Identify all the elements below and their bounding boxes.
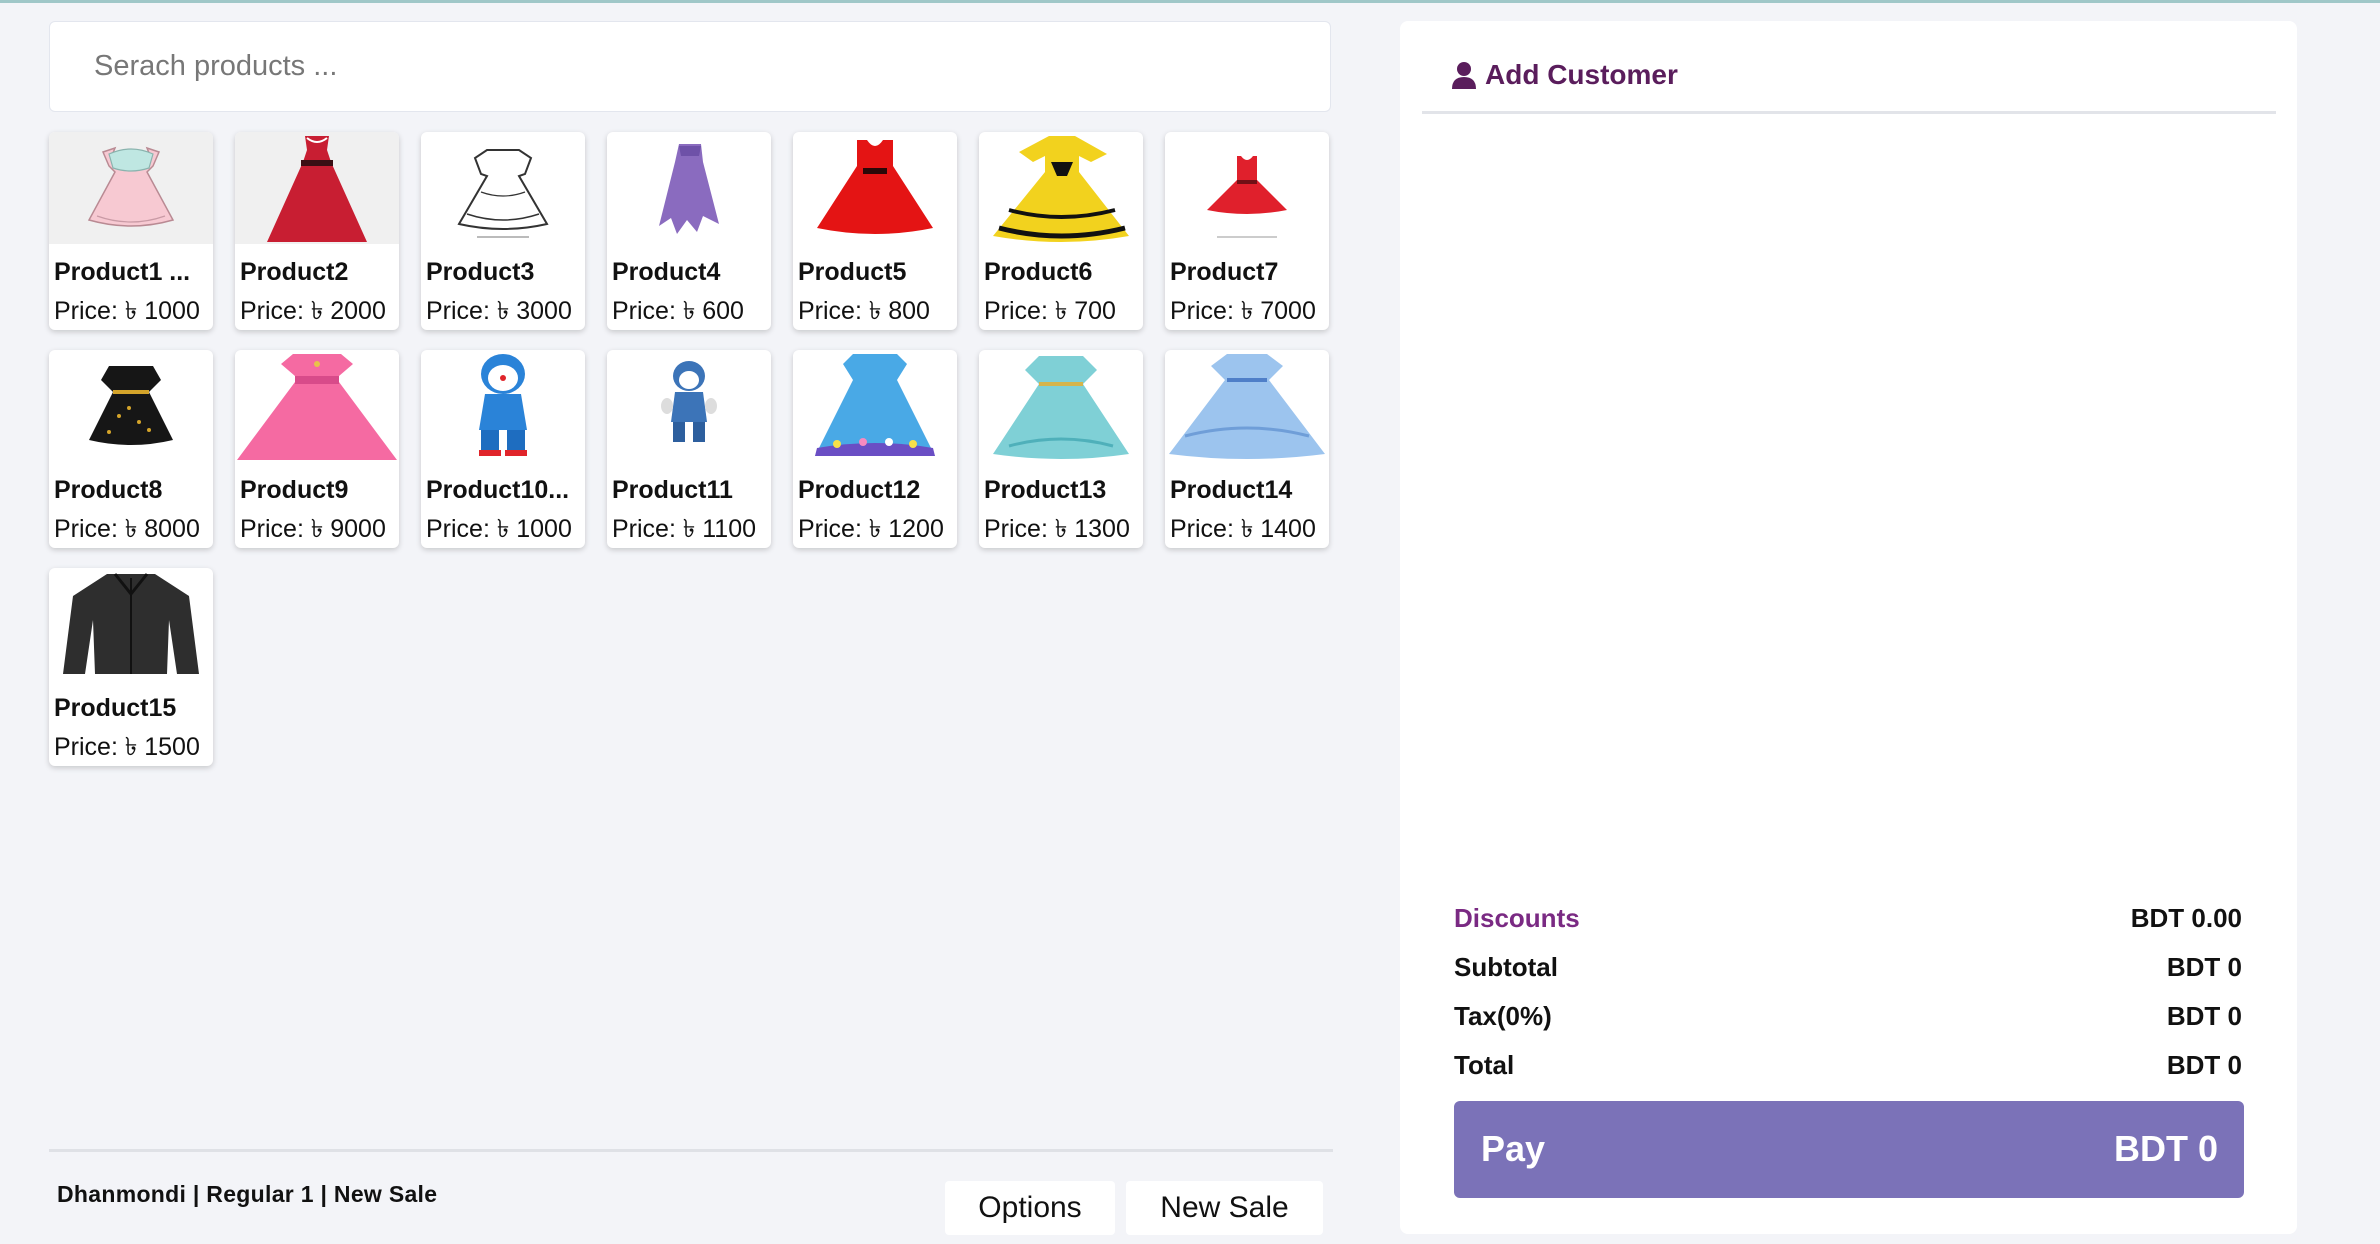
product-price: Price: ৳ 800 (798, 297, 930, 325)
footer-divider (49, 1149, 1333, 1152)
product-image (793, 350, 957, 462)
product-name: Product10... (426, 476, 570, 504)
product-card[interactable]: Product10... Price: ৳ 1000 (421, 350, 585, 548)
panel-divider (1422, 111, 2276, 114)
tax-row: Tax(0%) BDT 0 (1454, 1001, 2242, 1041)
product-card[interactable]: Product2 Price: ৳ 2000 (235, 132, 399, 330)
product-price: Price: ৳ 3000 (426, 297, 572, 325)
sale-status: Dhanmondi | Regular 1 | New Sale (57, 1181, 438, 1207)
subtotal-row: Subtotal BDT 0 (1454, 952, 2242, 992)
product-card[interactable]: Product3 Price: ৳ 3000 (421, 132, 585, 330)
product-name: Product9 (240, 476, 349, 504)
tax-label: Tax(0%) (1454, 1001, 1552, 1031)
product-card[interactable]: Product7 Price: ৳ 7000 (1165, 132, 1329, 330)
product-card[interactable]: Product11 Price: ৳ 1100 (607, 350, 771, 548)
product-card[interactable]: Product8 Price: ৳ 8000 (49, 350, 213, 548)
product-image (421, 132, 585, 244)
pay-label: Pay (1481, 1128, 1546, 1169)
add-customer-button[interactable]: Add Customer (1451, 59, 1678, 91)
product-price: Price: ৳ 1200 (798, 515, 944, 543)
total-row: Total BDT 0 (1454, 1050, 2242, 1090)
discounts-value: BDT 0.00 (2130, 903, 2242, 933)
product-name: Product3 (426, 258, 535, 286)
product-price: Price: ৳ 600 (612, 297, 744, 325)
product-image (49, 568, 213, 680)
pay-amount: BDT 0 (2113, 1128, 2218, 1169)
product-image (979, 350, 1143, 462)
search-input[interactable] (50, 22, 1330, 111)
discounts-row[interactable]: Discounts BDT 0.00 (1454, 903, 2242, 943)
product-name: Product6 (984, 258, 1093, 286)
product-image (607, 350, 771, 462)
product-price: Price: ৳ 1300 (984, 515, 1130, 543)
product-name: Product5 (798, 258, 907, 286)
product-card[interactable]: Product15 Price: ৳ 1500 (49, 568, 213, 766)
product-price: Price: ৳ 7000 (1170, 297, 1316, 325)
product-image (1165, 132, 1329, 244)
product-price: Price: ৳ 1000 (426, 515, 572, 543)
product-image (979, 132, 1143, 244)
product-image (235, 132, 399, 244)
product-name: Product4 (612, 258, 721, 286)
product-card[interactable]: Product12 Price: ৳ 1200 (793, 350, 957, 548)
product-name: Product15 (54, 694, 177, 722)
total-value: BDT 0 (2166, 1050, 2242, 1080)
top-border (0, 0, 2380, 3)
product-price: Price: ৳ 1400 (1170, 515, 1316, 543)
discounts-label[interactable]: Discounts (1454, 903, 1580, 934)
product-name: Product13 (984, 476, 1107, 504)
product-price: Price: ৳ 1500 (54, 733, 200, 761)
tax-value: BDT 0 (2166, 1001, 2242, 1031)
product-image (235, 350, 399, 462)
product-name: Product11 (612, 476, 733, 504)
user-icon (1451, 61, 1477, 89)
product-name: Product1 ... (54, 258, 191, 286)
product-price: Price: ৳ 8000 (54, 515, 200, 543)
product-card[interactable]: Product5 Price: ৳ 800 (793, 132, 957, 330)
product-card[interactable]: Product4 Price: ৳ 600 (607, 132, 771, 330)
product-image (1165, 350, 1329, 462)
product-price: Price: ৳ 1100 (612, 515, 757, 543)
product-price: Price: ৳ 700 (984, 297, 1116, 325)
product-name: Product2 (240, 258, 349, 286)
product-card[interactable]: Product13 Price: ৳ 1300 (979, 350, 1143, 548)
cart-panel: Add Customer Discounts BDT 0.00 Subtotal… (1400, 21, 2297, 1234)
subtotal-value: BDT 0 (2166, 952, 2242, 982)
product-image (607, 132, 771, 244)
product-image (421, 350, 585, 462)
product-card[interactable]: Product1 ... Price: ৳ 1000 (49, 132, 213, 330)
product-image (793, 132, 957, 244)
new-sale-button[interactable]: New Sale (1126, 1181, 1323, 1235)
product-card[interactable]: Product14 Price: ৳ 1400 (1165, 350, 1329, 548)
product-name: Product12 (798, 476, 921, 504)
search-box[interactable] (49, 21, 1331, 112)
pay-button[interactable]: Pay BDT 0 (1454, 1101, 2244, 1198)
product-name: Product7 (1170, 258, 1279, 286)
product-image (49, 350, 213, 462)
product-price: Price: ৳ 2000 (240, 297, 386, 325)
product-card[interactable]: Product9 Price: ৳ 9000 (235, 350, 399, 548)
product-price: Price: ৳ 1000 (54, 297, 200, 325)
subtotal-label: Subtotal (1454, 952, 1558, 982)
product-name: Product8 (54, 476, 163, 504)
product-name: Product14 (1170, 476, 1293, 504)
options-button[interactable]: Options (945, 1181, 1115, 1235)
add-customer-label: Add Customer (1485, 59, 1678, 90)
total-label: Total (1454, 1050, 1515, 1080)
product-price: Price: ৳ 9000 (240, 515, 386, 543)
product-image (49, 132, 213, 244)
product-card[interactable]: Product6 Price: ৳ 700 (979, 132, 1143, 330)
